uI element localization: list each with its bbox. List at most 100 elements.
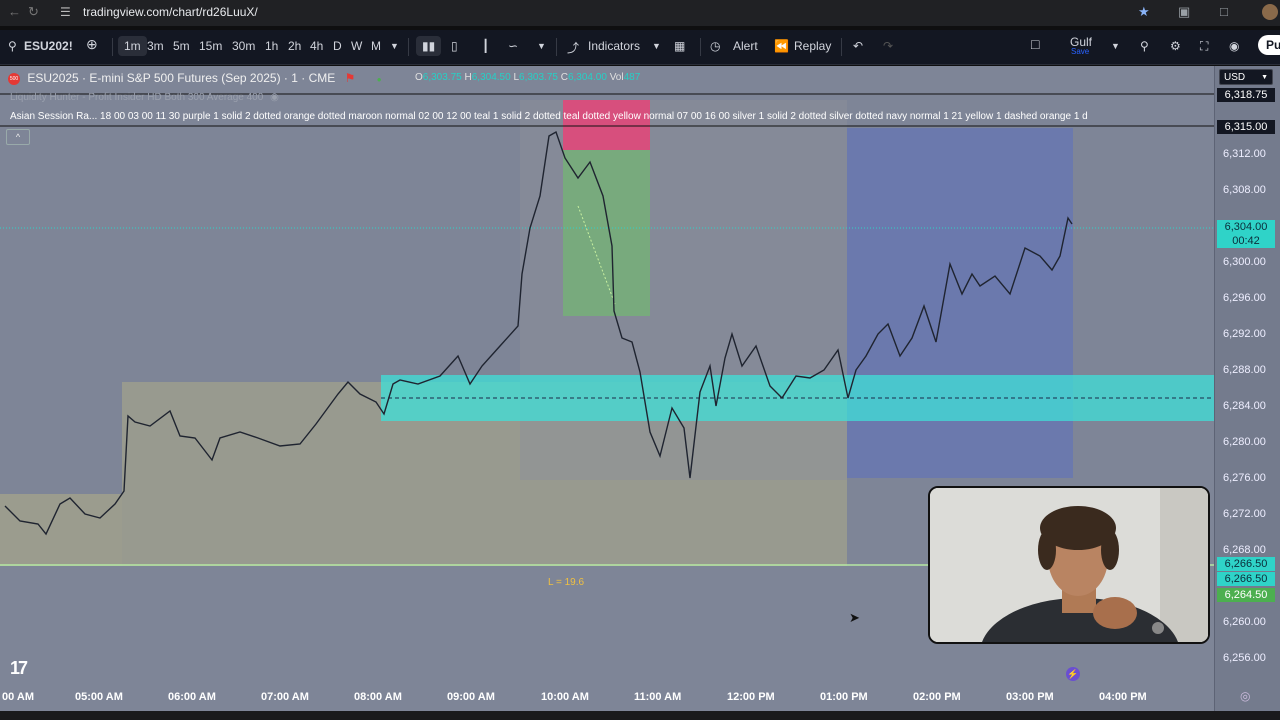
interval-15m[interactable]: 15m: [199, 39, 222, 53]
asian-session-zone: [0, 494, 122, 566]
compare-add-icon[interactable]: ⊕: [86, 36, 98, 53]
alert-clock-icon[interactable]: ◷: [710, 39, 720, 53]
indicators-button[interactable]: Indicators: [588, 39, 640, 53]
price-label: 6,256.00: [1223, 652, 1266, 664]
currency-select[interactable]: USD ▼: [1219, 69, 1273, 85]
interval-2h[interactable]: 2h: [288, 39, 301, 53]
ohlc-open: 6,303.75: [422, 72, 462, 83]
publish-button[interactable]: Pu: [1258, 35, 1280, 55]
symbol-description[interactable]: ESU2025 · E-mini S&P 500 Futures (Sep 20…: [27, 71, 335, 85]
interval-1h[interactable]: 1h: [265, 39, 278, 53]
time-label: 08:00 AM: [354, 691, 402, 703]
interval-w[interactable]: W: [351, 39, 362, 53]
ohlc-values: O6,303.75 H6,304.50 L6,303.75 C6,304.00 …: [415, 72, 640, 83]
time-label: 07:00 AM: [261, 691, 309, 703]
time-label: 04:00 PM: [1099, 691, 1147, 703]
candles-chart-type-icon[interactable]: ▮▮: [416, 36, 442, 56]
ohlc-high-label: H: [464, 72, 472, 83]
ohlc-volume-label: Vol: [609, 72, 624, 83]
collapse-legend-button[interactable]: ^: [6, 129, 30, 145]
price-label: 6,276.00: [1223, 472, 1266, 484]
line-chart-icon[interactable]: ∽: [508, 39, 518, 53]
replay-rewind-icon[interactable]: ⏪: [774, 39, 789, 53]
price-tag-2: 6,315.00: [1217, 120, 1275, 134]
ohlc-high: 6,304.50: [471, 72, 511, 83]
alert-button[interactable]: Alert: [733, 39, 758, 53]
indicator-1-title[interactable]: Liquidity Hunter - Profit Insider HD Bot…: [10, 92, 263, 103]
interval-4h[interactable]: 4h: [310, 39, 323, 53]
price-label: 6,260.00: [1223, 616, 1266, 628]
fullscreen-icon[interactable]: ⛶: [1200, 39, 1208, 54]
time-label: 02:00 PM: [913, 691, 961, 703]
indicator-legend-asian-session[interactable]: Asian Session Ra... 18 00 03 00 11 30 pu…: [10, 111, 1210, 122]
currency-chevron-icon[interactable]: ▼: [1261, 70, 1268, 86]
price-label: 6,308.00: [1223, 184, 1266, 196]
time-label: 06:00 AM: [168, 691, 216, 703]
price-label: 6,284.00: [1223, 400, 1266, 412]
es-logo-icon: 500: [8, 72, 20, 85]
snapshot-camera-icon[interactable]: ◉: [1229, 39, 1239, 53]
layout-square-icon[interactable]: □: [1031, 36, 1039, 52]
bar-countdown: 00:42: [1232, 235, 1260, 247]
back-arrow-icon[interactable]: ←: [8, 4, 21, 19]
ohlc-open-label: O: [415, 72, 423, 83]
ohlc-close: 6,304.00: [567, 72, 607, 83]
price-label: 6,300.00: [1223, 256, 1266, 268]
time-axis[interactable]: 00 AM 05:00 AM 06:00 AM 07:00 AM 08:00 A…: [0, 686, 1214, 711]
symbol-legend[interactable]: 500 ESU2025 · E-mini S&P 500 Futures (Se…: [8, 71, 382, 85]
symbol-search-icon[interactable]: ⚲: [8, 39, 17, 53]
price-label: 6,292.00: [1223, 328, 1266, 340]
chart-toolbar: ⚲ ESU202! ⊕ 1m 3m 5m 15m 30m 1h 2h 4h D …: [0, 30, 1280, 65]
currency-label[interactable]: USD: [1224, 72, 1245, 83]
price-tag-c: 6,264.50: [1217, 588, 1275, 602]
symbol-search-button[interactable]: ESU202!: [24, 39, 73, 53]
time-label: 00 AM: [2, 691, 34, 703]
current-price-value: 6,304.00: [1224, 221, 1268, 233]
replay-button[interactable]: Replay: [794, 39, 831, 53]
quick-search-icon[interactable]: ⚲: [1140, 39, 1149, 53]
site-settings-icon[interactable]: ☰: [60, 5, 71, 19]
interval-1m[interactable]: 1m: [118, 36, 147, 56]
interval-dropdown-chevron-icon[interactable]: ▼: [390, 41, 399, 51]
profile-avatar[interactable]: [1262, 4, 1278, 20]
price-axis[interactable]: USD ▼ 6,318.75 6,315.00 6,312.00 6,308.00…: [1214, 66, 1280, 711]
address-bar[interactable]: tradingview.com/chart/rd26LuuX/: [83, 5, 258, 19]
ny-session-zone: [847, 128, 1073, 478]
indicator-legend-liquidity-hunter[interactable]: Liquidity Hunter - Profit Insider HD Bot…: [10, 92, 279, 103]
presenter-video: [930, 488, 1208, 642]
time-label: 10:00 AM: [541, 691, 589, 703]
price-label: 6,272.00: [1223, 508, 1266, 520]
redo-icon[interactable]: ↷: [883, 39, 893, 53]
reload-icon[interactable]: ↻: [28, 4, 39, 20]
interval-30m[interactable]: 30m: [232, 39, 255, 53]
indicators-icon[interactable]: ⤴: [567, 39, 579, 56]
price-tag-high: 6,318.75: [1217, 88, 1275, 102]
ohlc-bars-icon[interactable]: ┃: [482, 39, 489, 53]
undo-icon[interactable]: ↶: [853, 39, 863, 53]
interval-3m[interactable]: 3m: [147, 39, 164, 53]
bar-chart-type-icon[interactable]: ▯: [451, 39, 458, 53]
tab-search-icon[interactable]: □: [1220, 4, 1228, 19]
extensions-icon[interactable]: ▣: [1178, 4, 1190, 20]
templates-grid-icon[interactable]: ▦: [674, 39, 685, 53]
price-label: 6,268.00: [1223, 544, 1266, 556]
time-label: 09:00 AM: [447, 691, 495, 703]
axis-settings-icon[interactable]: ◎: [1240, 689, 1250, 703]
lightning-bolt-icon[interactable]: ⚡: [1066, 667, 1080, 681]
layout-save-label[interactable]: Save: [1071, 47, 1089, 56]
tradingview-logo[interactable]: 17: [10, 658, 28, 679]
interval-5m[interactable]: 5m: [173, 39, 190, 53]
interval-m[interactable]: M: [371, 39, 381, 53]
settings-gear-icon[interactable]: ⚙: [1170, 39, 1181, 53]
time-label: 11:00 AM: [634, 691, 682, 703]
bookmark-star-icon[interactable]: ★: [1138, 4, 1150, 20]
chart-type-chevron-icon[interactable]: ▼: [537, 41, 546, 51]
indicators-chevron-icon[interactable]: ▼: [652, 41, 661, 51]
interval-d[interactable]: D: [333, 39, 342, 53]
layout-chevron-icon[interactable]: ▼: [1111, 41, 1120, 51]
bottom-panel-edge: [0, 711, 1280, 720]
price-tag-b: 6,266.50: [1217, 572, 1275, 586]
market-status-dot-icon: ●: [376, 75, 382, 84]
ohlc-volume: 487: [623, 72, 641, 83]
visibility-eye-icon[interactable]: ◉: [270, 92, 279, 103]
